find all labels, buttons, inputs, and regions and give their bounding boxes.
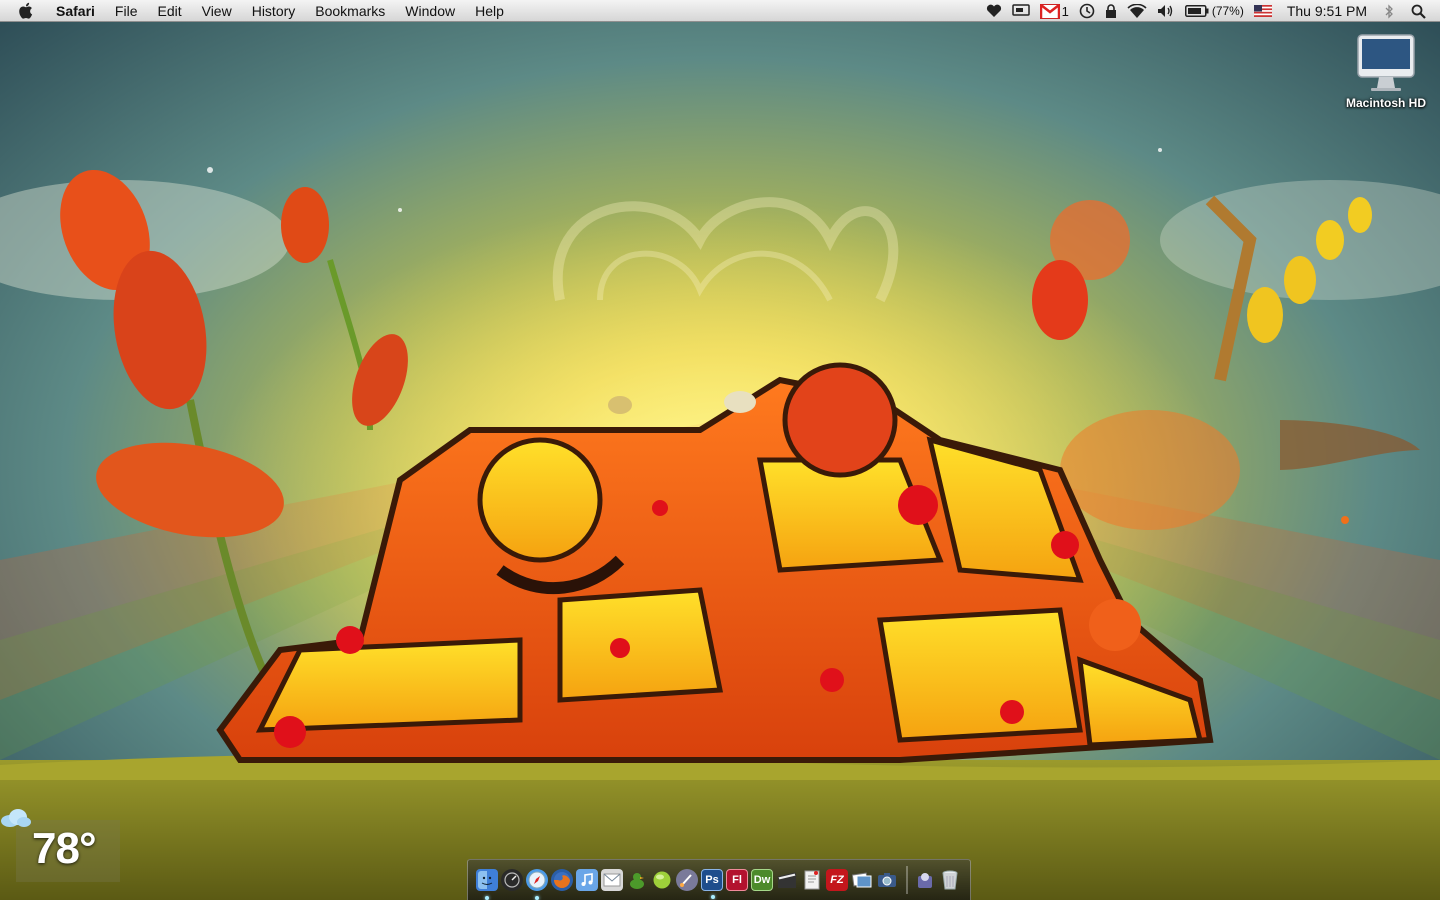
- running-indicator: [535, 896, 539, 900]
- dock-lime[interactable]: [651, 869, 673, 891]
- apple-menu[interactable]: [18, 2, 38, 19]
- dock-finder[interactable]: [476, 869, 498, 900]
- heart-icon[interactable]: [986, 0, 1002, 22]
- mail-stamp-icon: [603, 873, 621, 887]
- menu-window[interactable]: Window: [395, 0, 465, 22]
- display-icon[interactable]: [1011, 0, 1030, 22]
- finder-icon: [478, 871, 496, 889]
- dock-mail[interactable]: [601, 869, 623, 891]
- gmail-unread-count: 1: [1061, 3, 1069, 19]
- dock-adium[interactable]: [626, 869, 648, 891]
- stack-icon: [918, 873, 932, 888]
- menu-app-safari[interactable]: Safari: [54, 0, 105, 22]
- dock: Ps Fl Dw FZ: [467, 859, 971, 900]
- weather-widget[interactable]: 78°: [0, 806, 122, 884]
- dock-textedit[interactable]: [801, 869, 823, 891]
- apple-icon: [19, 2, 33, 19]
- menu-bar: Safari File Edit View History Bookmarks …: [0, 0, 1440, 22]
- green-orb-icon: [653, 871, 671, 889]
- firefox-icon: [554, 872, 570, 888]
- gmail-notifier[interactable]: 1: [1039, 0, 1069, 22]
- itunes-icon: [581, 873, 593, 886]
- dock-dreamweaver[interactable]: Dw: [751, 869, 773, 891]
- dock-applications-stack[interactable]: [914, 869, 936, 891]
- lock-icon[interactable]: [1105, 0, 1117, 22]
- menubar-clock[interactable]: Thu 9:51 PM: [1287, 3, 1367, 19]
- battery-status[interactable]: (77%): [1184, 0, 1244, 22]
- menu-history[interactable]: History: [242, 0, 306, 22]
- running-indicator: [711, 895, 715, 899]
- desktop-wallpaper: [0, 0, 1440, 900]
- graffiti-wallpaper-art: [0, 0, 1440, 900]
- duck-icon: [630, 873, 644, 889]
- menu-help[interactable]: Help: [465, 0, 514, 22]
- status-area: 1 (77%) Thu 9:51 PM: [981, 0, 1440, 22]
- dock-final-cut[interactable]: [776, 869, 798, 891]
- dashboard-icon: [504, 872, 520, 888]
- running-indicator: [485, 896, 489, 900]
- desktop-icon-macintosh-hd[interactable]: Macintosh HD: [1340, 32, 1432, 110]
- safari-compass-icon: [528, 871, 546, 889]
- dock-safari[interactable]: [526, 869, 548, 900]
- dock-iphoto[interactable]: [876, 869, 898, 891]
- flash-icon-label: Fl: [732, 874, 742, 886]
- imac-icon: [1357, 34, 1415, 91]
- dock-photoshop[interactable]: Ps: [701, 869, 723, 899]
- weather-temperature: 78°: [32, 824, 97, 873]
- dock-firefox[interactable]: [551, 869, 573, 891]
- clapper-icon: [777, 872, 797, 888]
- menu-view[interactable]: View: [192, 0, 242, 22]
- bluetooth-icon[interactable]: [1384, 0, 1394, 22]
- photos-icon: [852, 872, 872, 888]
- menu-file[interactable]: File: [105, 0, 148, 22]
- brush-icon: [680, 874, 692, 887]
- dock-filezilla[interactable]: FZ: [826, 869, 848, 891]
- cloud-icon: [1, 809, 31, 827]
- spotlight-icon[interactable]: [1411, 0, 1426, 22]
- battery-percent: (77%): [1211, 4, 1244, 18]
- desktop-icon-label: Macintosh HD: [1345, 96, 1426, 110]
- trash-icon: [942, 870, 958, 890]
- dock-preview[interactable]: [851, 869, 873, 891]
- dock-pixelmator[interactable]: [676, 869, 698, 891]
- us-flag-icon[interactable]: [1253, 0, 1272, 22]
- wifi-icon[interactable]: [1127, 0, 1147, 22]
- dock-dashboard[interactable]: [501, 869, 523, 891]
- menu-bookmarks[interactable]: Bookmarks: [305, 0, 395, 22]
- dock-itunes[interactable]: [576, 869, 598, 891]
- camera-icon: [878, 873, 896, 887]
- document-icon: [804, 870, 820, 890]
- volume-icon[interactable]: [1157, 0, 1175, 22]
- dock-trash[interactable]: [939, 869, 961, 891]
- dock-separator: [906, 866, 908, 894]
- filezilla-icon-label: FZ: [830, 874, 844, 886]
- dock-flash[interactable]: Fl: [726, 869, 748, 891]
- gmail-icon: [1039, 3, 1060, 19]
- menu-edit[interactable]: Edit: [147, 0, 191, 22]
- photoshop-icon-label: Ps: [705, 874, 719, 886]
- dreamweaver-icon-label: Dw: [753, 874, 771, 886]
- battery-icon: [1184, 5, 1209, 17]
- time-machine-icon[interactable]: [1079, 0, 1095, 22]
